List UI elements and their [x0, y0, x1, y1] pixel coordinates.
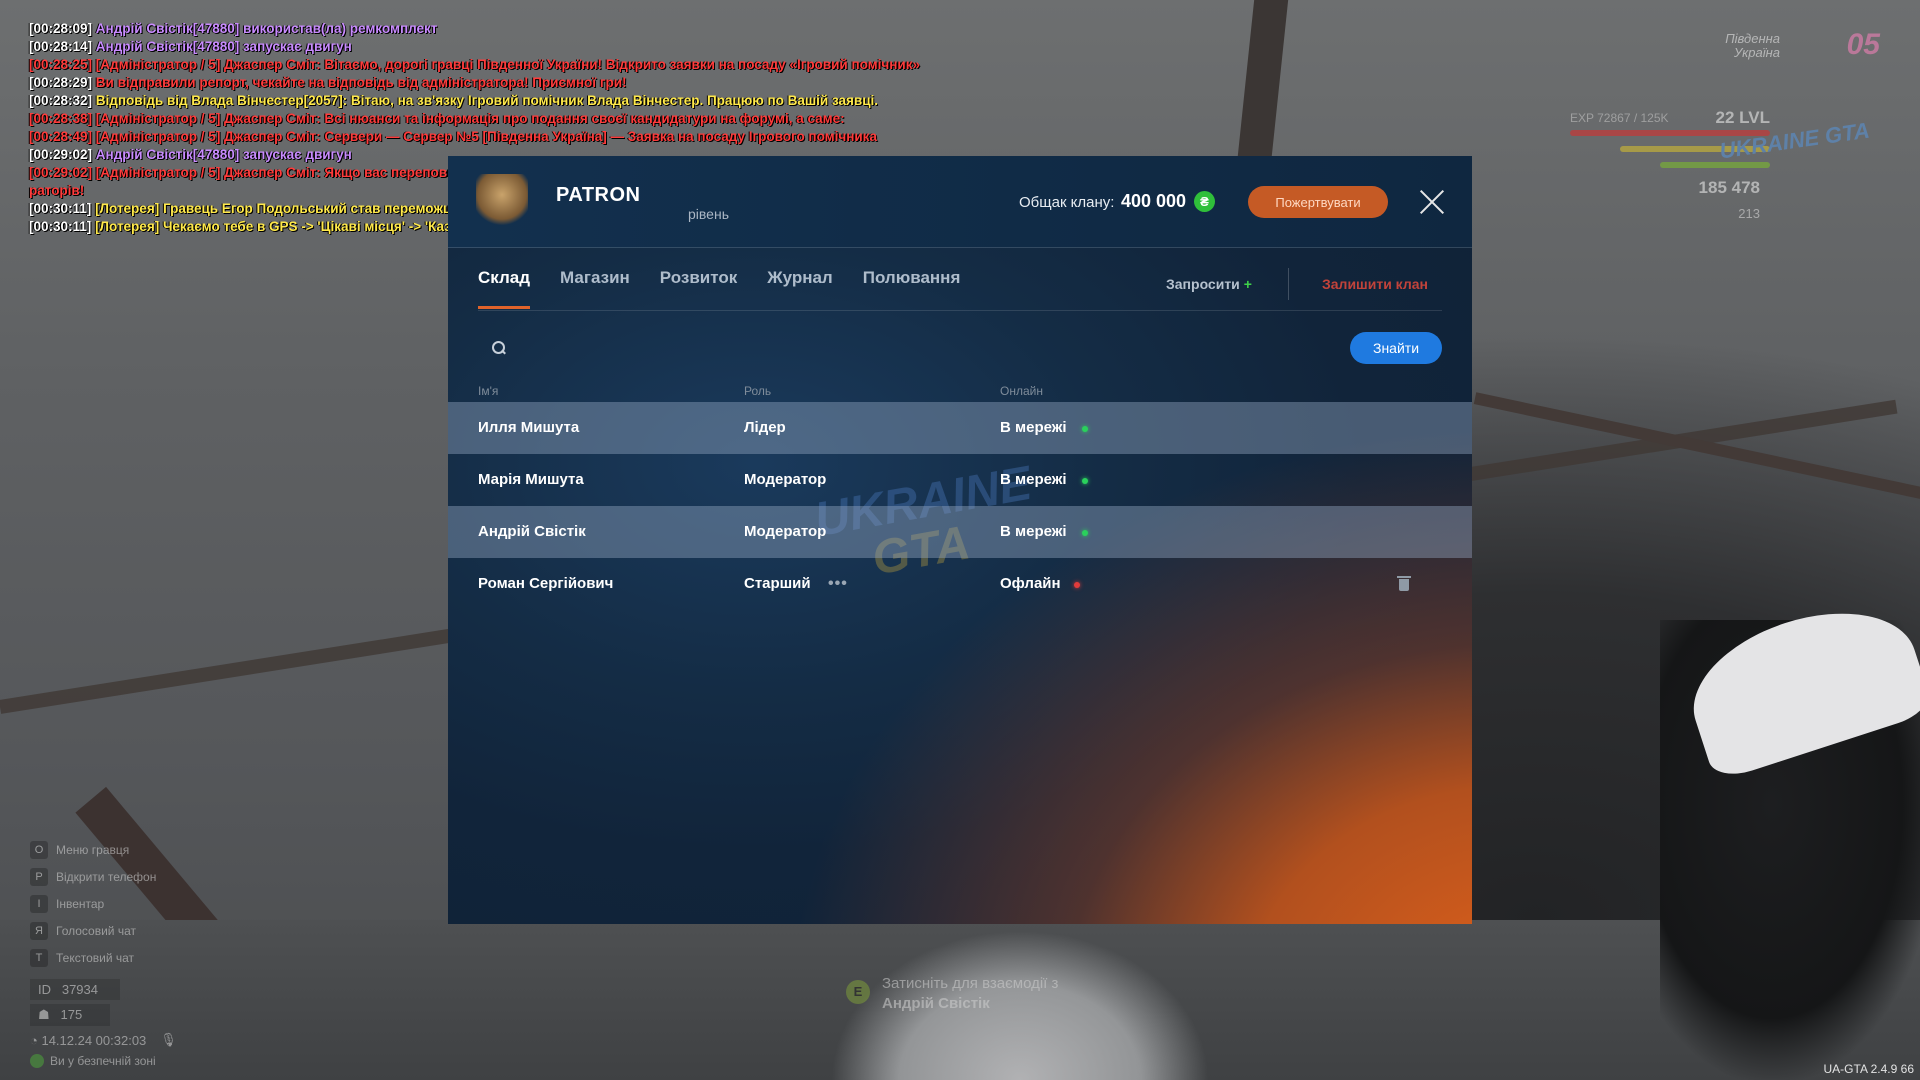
member-role: Модератор: [744, 471, 827, 488]
member-role: Модератор: [744, 523, 827, 540]
donate-button[interactable]: Пожертвувати: [1248, 186, 1388, 218]
chat-line: [00:28:09] Андрій Свістік[47880] викорис…: [29, 21, 438, 36]
tabs-divider: [478, 310, 1442, 311]
game-version: UA-GTA 2.4.9 66: [1823, 1062, 1915, 1076]
shortcut-hint: T Текстовий чат: [30, 944, 177, 971]
datetime-row: ◔ 14.12.24 00:32:03 🎙: [30, 1032, 177, 1048]
tab-0[interactable]: Склад: [478, 268, 531, 310]
coins-text: 213: [1738, 206, 1760, 221]
e-key-icon: E: [846, 980, 870, 1004]
tab-3[interactable]: Журнал: [767, 268, 833, 310]
level-text: 22 LVL: [1715, 108, 1770, 127]
leave-clan-button[interactable]: Залишити клан: [1322, 276, 1428, 292]
table-row[interactable]: Андрій Свістік Модератор В мережі: [448, 506, 1472, 558]
key-cap: T: [30, 948, 48, 967]
player-id: 37934: [61, 982, 98, 997]
treasury-label: Общак клану:: [1019, 194, 1115, 211]
safe-zone-icon: [30, 1054, 44, 1068]
hryvnia-icon: ₴: [1194, 191, 1215, 212]
chat-line: [00:28:14] Андрій Свістік[47880] запуска…: [29, 39, 352, 54]
member-role: Старший: [744, 575, 811, 592]
members-table: Илля Мишута Лідер В мережі Марія Мишута Моде…: [448, 402, 1472, 610]
close-icon[interactable]: [1418, 188, 1446, 216]
column-online: Онлайн: [1000, 384, 1043, 398]
chat-line: [00:28:32] Відповідь від Влада Вінчестер…: [29, 93, 878, 108]
table-row[interactable]: Марія Мишута Модератор В мережі: [448, 454, 1472, 506]
member-status: В мережі: [1000, 471, 1067, 488]
table-row[interactable]: Роман Сергійович Старший Офлайн •••: [448, 558, 1472, 610]
shortcut-hint: Я Голосовий чат: [30, 917, 177, 944]
key-cap: P: [30, 867, 48, 886]
chat-line: [00:28:25] [Адміністратор / 5] Джаспер С…: [29, 57, 920, 72]
money-text: 185 478: [1698, 178, 1760, 197]
shortcut-hint: P Відкрити телефон: [30, 863, 177, 890]
hunger-bar: [1660, 162, 1770, 168]
clan-name: PATRON: [556, 184, 641, 206]
member-name: Андрій Свістік: [478, 523, 586, 540]
invite-button[interactable]: Запросити +: [1166, 276, 1252, 292]
status-dot-icon: [1082, 530, 1088, 536]
treasury-value: 400 000: [1121, 191, 1187, 211]
status-dot-icon: [1082, 426, 1088, 432]
search-input[interactable]: [518, 332, 1218, 366]
exp-text: EXP 72867 / 125K: [1570, 111, 1669, 125]
clan-tabs: Склад Магазин Розвиток Журнал Полювання: [478, 268, 990, 310]
shortcut-hint: O Меню гравця: [30, 836, 177, 863]
player-id-box: ID 37934: [30, 979, 120, 1000]
search-icon: [492, 341, 506, 355]
trash-icon[interactable]: [1397, 576, 1411, 592]
chat-line: [00:28:29] Ви відправили репорт, чекайте…: [29, 75, 627, 90]
safe-zone-indicator: Ви у безпечній зоні: [30, 1054, 177, 1068]
clan-modal: PATRON рівень Общак клану: 400 000 ₴ Пож…: [448, 156, 1472, 924]
region-name: Південна Україна: [1725, 31, 1780, 60]
tab-2[interactable]: Розвиток: [660, 268, 737, 310]
key-cap: I: [30, 894, 48, 913]
tab-1[interactable]: Магазин: [560, 268, 630, 310]
player-stats-hud: Південна Україна 05 EXP 72867 / 125K 22 …: [1570, 28, 1900, 248]
divider: [1288, 268, 1289, 300]
chat-line: [00:28:38] [Адміністратор / 5] Джаспер С…: [29, 111, 845, 126]
clock-icon: ◔: [30, 1032, 42, 1048]
member-status: В мережі: [1000, 419, 1067, 436]
online-count-box: ☗ 175: [30, 1004, 110, 1026]
status-dot-icon: [1082, 478, 1088, 484]
server-number-badge: 05: [1846, 28, 1880, 61]
chat-line: [00:28:49] [Адміністратор / 5] Джаспер С…: [29, 129, 877, 144]
find-button[interactable]: Знайти: [1350, 332, 1442, 364]
tab-4[interactable]: Полювання: [863, 268, 961, 310]
key-cap: O: [30, 840, 48, 859]
interaction-prompt: E Затисніть для взаємодії з Андрій Свіст…: [846, 974, 1058, 1014]
clan-header: PATRON рівень Общак клану: 400 000 ₴ Пож…: [448, 156, 1472, 248]
key-cap: Я: [30, 921, 48, 940]
more-icon[interactable]: •••: [828, 575, 848, 593]
column-name: Ім'я: [478, 384, 499, 398]
clan-emblem-icon: [476, 174, 528, 226]
microphone-icon: 🎙: [160, 1032, 177, 1047]
people-icon: ☗: [38, 1007, 50, 1022]
status-dot-icon: [1074, 582, 1080, 588]
plus-icon: +: [1243, 276, 1252, 292]
column-role: Роль: [744, 384, 772, 398]
member-name: Марія Мишута: [478, 471, 584, 488]
member-role: Лідер: [744, 419, 786, 436]
clan-level: рівень: [688, 206, 729, 222]
member-name: Илля Мишута: [478, 419, 580, 436]
member-status: В мережі: [1000, 523, 1067, 540]
shortcut-hints: O Меню гравця P Відкрити телефон I Інвентар Я Г…: [30, 836, 177, 1068]
member-status: Офлайн: [1000, 575, 1061, 592]
shortcut-hint: I Інвентар: [30, 890, 177, 917]
search-bar: Знайти: [478, 332, 1442, 366]
member-name: Роман Сергійович: [478, 575, 614, 592]
table-row[interactable]: Илля Мишута Лідер В мережі: [448, 402, 1472, 454]
